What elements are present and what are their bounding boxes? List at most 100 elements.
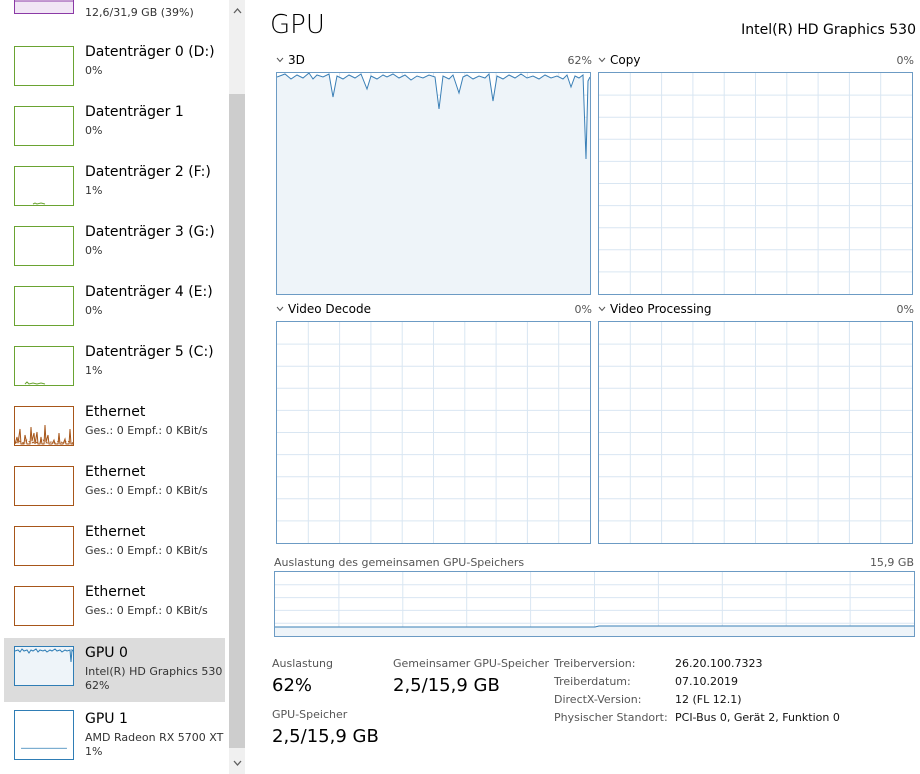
sidebar-scrollbar[interactable] xyxy=(229,0,245,774)
sidebar-item-value: Ges.: 0 Empf.: 0 KBit/s xyxy=(85,484,208,497)
gpu-model-text: Intel(R) HD Graphics 530 xyxy=(85,665,223,678)
sidebar-item-title: Datenträger 5 (C:) xyxy=(85,344,214,360)
ethernet-thumbnail xyxy=(14,586,74,626)
sidebar-item-value: 62% xyxy=(85,679,110,692)
sidebar-item-gpu-0[interactable]: GPU 0 Intel(R) HD Graphics 530 62% xyxy=(4,638,225,702)
chevron-down-icon xyxy=(598,306,606,312)
gpu-model-text: AMD Radeon RX 5700 XT xyxy=(85,731,224,744)
engine-percent: 0% xyxy=(896,54,914,67)
engine-video-processing-selector[interactable]: Video Processing xyxy=(598,302,712,316)
shared-memory-label: Gemeinsamer GPU-Speicher xyxy=(393,657,550,670)
sidebar-item-title: Datenträger 4 (E:) xyxy=(85,284,213,300)
engine-label: Video Processing xyxy=(610,302,712,316)
gpu-thumbnail xyxy=(14,646,74,686)
sidebar-item-disk-5[interactable]: Datenträger 5 (C:) 1% xyxy=(4,338,225,398)
memory-thumbnail xyxy=(14,0,74,14)
graph-grid xyxy=(599,73,912,294)
shared-memory-max: 15,9 GB xyxy=(869,556,914,569)
info-key: DirectX-Version: xyxy=(554,693,642,706)
engine-3d-selector[interactable]: 3D xyxy=(276,53,305,67)
info-value: PCI-Bus 0, Gerät 2, Funktion 0 xyxy=(675,711,840,724)
engine-3d-graph xyxy=(276,72,591,295)
engine-copy-graph xyxy=(598,72,913,295)
sidebar-item-ethernet-2[interactable]: Ethernet Ges.: 0 Empf.: 0 KBit/s xyxy=(4,458,225,518)
shared-memory-graph-label: Auslastung des gemeinsamen GPU-Speichers xyxy=(274,556,525,569)
scroll-up-arrow-icon[interactable] xyxy=(229,0,245,22)
sidebar-item-title: Ethernet xyxy=(85,524,146,540)
sidebar-item-value: 1% xyxy=(85,745,103,758)
ethernet-thumbnail xyxy=(14,466,74,506)
sidebar-item-memory[interactable]: 12,6/31,9 GB (39%) xyxy=(4,0,225,26)
gpu-memory-value: 2,5/15,9 GB xyxy=(272,726,379,747)
sidebar-item-ethernet-4[interactable]: Ethernet Ges.: 0 Empf.: 0 KBit/s xyxy=(4,578,225,638)
sidebar-item-value: 0% xyxy=(85,64,103,77)
engine-percent: 0% xyxy=(574,303,592,316)
scrollbar-thumb[interactable] xyxy=(229,94,245,748)
sidebar-item-disk-0[interactable]: Datenträger 0 (D:) 0% xyxy=(4,38,225,98)
info-value: 26.20.100.7323 xyxy=(675,657,763,670)
disk-thumbnail xyxy=(14,106,74,146)
engine-video-decode-selector[interactable]: Video Decode xyxy=(276,302,371,316)
graph-grid xyxy=(277,322,590,543)
graph-grid xyxy=(599,322,912,543)
sidebar-item-ethernet-3[interactable]: Ethernet Ges.: 0 Empf.: 0 KBit/s xyxy=(4,518,225,578)
info-key: Treiberversion: xyxy=(554,657,636,670)
scroll-down-arrow-icon[interactable] xyxy=(229,752,245,774)
utilization-label: Auslastung xyxy=(272,657,333,670)
chevron-down-icon xyxy=(276,57,284,63)
chevron-down-icon xyxy=(276,306,284,312)
sidebar-item-disk-4[interactable]: Datenträger 4 (E:) 0% xyxy=(4,278,225,338)
disk-thumbnail xyxy=(14,346,74,386)
engine-percent: 0% xyxy=(896,303,914,316)
disk-thumbnail xyxy=(14,46,74,86)
sidebar-item-value: Ges.: 0 Empf.: 0 KBit/s xyxy=(85,424,208,437)
info-key: Physischer Standort: xyxy=(554,711,668,724)
sidebar-item-value: 0% xyxy=(85,124,103,137)
sidebar-item-value: Ges.: 0 Empf.: 0 KBit/s xyxy=(85,604,208,617)
sidebar-item-disk-3[interactable]: Datenträger 3 (G:) 0% xyxy=(4,218,225,278)
sidebar-item-title: Datenträger 0 (D:) xyxy=(85,44,215,60)
sidebar-item-title: Datenträger 2 (F:) xyxy=(85,164,211,180)
engine-label: 3D xyxy=(288,53,305,67)
sidebar-item-value: Ges.: 0 Empf.: 0 KBit/s xyxy=(85,544,208,557)
sidebar-item-title: Ethernet xyxy=(85,464,146,480)
gpu-name: Intel(R) HD Graphics 530 xyxy=(741,22,916,38)
engine-label: Copy xyxy=(610,53,641,67)
chevron-down-icon xyxy=(598,57,606,63)
sidebar-item-title: GPU 1 xyxy=(85,711,128,727)
sidebar-item-title: GPU 0 xyxy=(85,645,128,661)
sidebar-item-value: 1% xyxy=(85,184,103,197)
engine-label: Video Decode xyxy=(288,302,371,316)
disk-thumbnail xyxy=(14,286,74,326)
page-title: GPU xyxy=(270,10,325,40)
engine-video-decode-graph xyxy=(276,321,591,544)
sidebar-item-value: 0% xyxy=(85,304,103,317)
sidebar: 12,6/31,9 GB (39%) Datenträger 0 (D:) 0%… xyxy=(0,0,229,774)
info-key: Treiberdatum: xyxy=(554,675,631,688)
sidebar-item-disk-2[interactable]: Datenträger 2 (F:) 1% xyxy=(4,158,225,218)
sidebar-item-value: 0% xyxy=(85,244,103,257)
memory-usage-text: 12,6/31,9 GB (39%) xyxy=(85,6,194,19)
utilization-value: 62% xyxy=(272,675,313,696)
info-value: 07.10.2019 xyxy=(675,675,738,688)
gpu-memory-label: GPU-Speicher xyxy=(272,708,348,721)
sidebar-item-value: 1% xyxy=(85,364,103,377)
engine-copy-selector[interactable]: Copy xyxy=(598,53,640,67)
sidebar-item-title: Ethernet xyxy=(85,584,146,600)
sidebar-item-title: Datenträger 1 xyxy=(85,104,184,120)
shared-memory-value: 2,5/15,9 GB xyxy=(393,675,500,696)
sidebar-item-gpu-1[interactable]: GPU 1 AMD Radeon RX 5700 XT 1% xyxy=(4,704,225,768)
info-value: 12 (FL 12.1) xyxy=(675,693,742,706)
shared-memory-graph xyxy=(274,571,915,637)
engine-percent: 62% xyxy=(567,54,592,67)
sidebar-item-disk-1[interactable]: Datenträger 1 0% xyxy=(4,98,225,158)
ethernet-thumbnail xyxy=(14,526,74,566)
sidebar-item-title: Ethernet xyxy=(85,404,146,420)
sidebar-item-title: Datenträger 3 (G:) xyxy=(85,224,215,240)
sidebar-item-ethernet-1[interactable]: Ethernet Ges.: 0 Empf.: 0 KBit/s xyxy=(4,398,225,458)
ethernet-thumbnail xyxy=(14,406,74,446)
disk-thumbnail xyxy=(14,226,74,266)
gpu-thumbnail xyxy=(14,710,74,760)
disk-thumbnail xyxy=(14,166,74,206)
engine-video-processing-graph xyxy=(598,321,913,544)
